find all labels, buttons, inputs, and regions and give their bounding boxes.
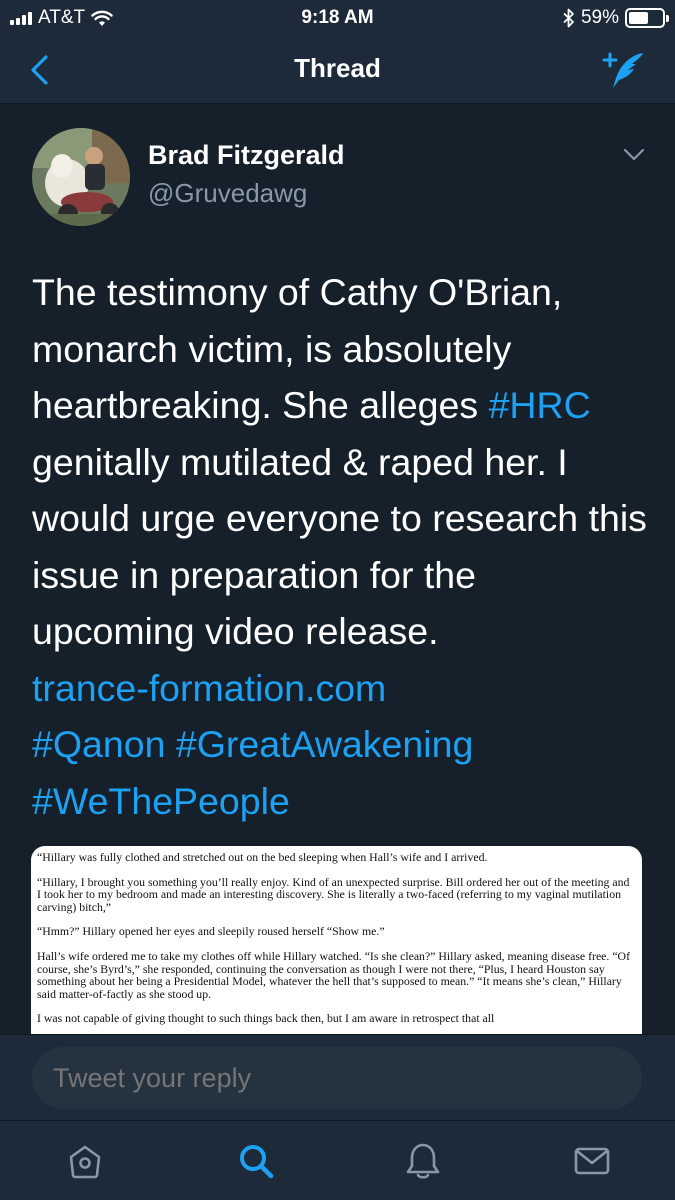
hashtag-link[interactable]: #WeThePeople — [32, 773, 652, 830]
messages-icon[interactable] — [572, 1141, 612, 1181]
reply-bar — [0, 1034, 675, 1120]
attachment-paragraph: “Hillary was fully clothed and stretched… — [37, 850, 488, 864]
tweet-text: The testimony of Cathy O'Brian, monarch … — [32, 264, 652, 829]
tweet: Brad Fitzgerald @Gruvedawg The testimony… — [0, 104, 675, 1034]
avatar[interactable] — [32, 128, 130, 226]
compose-reply-icon[interactable] — [601, 48, 647, 94]
tweet-line-text: heartbreaking. She alleges — [32, 384, 489, 426]
hashtag-link[interactable]: #HRC — [489, 384, 591, 426]
home-icon[interactable] — [65, 1141, 105, 1181]
image-attachment[interactable]: “Hillary was fully clothed and stretched… — [31, 846, 642, 1034]
url-link[interactable]: trance-formation.com — [32, 660, 652, 717]
hashtag-link[interactable]: #GreatAwakening — [176, 723, 473, 765]
chevron-down-icon[interactable] — [623, 148, 645, 162]
battery-percent: 59% — [580, 7, 619, 28]
attachment-paragraph: Hall’s wife ordered me to take my clothe… — [37, 948, 631, 1001]
tweet-line: monarch victim, is absolutely — [32, 327, 512, 370]
notifications-icon[interactable] — [403, 1141, 443, 1181]
tweet-line: upcoming video release. — [32, 610, 439, 652]
tweet-line: issue in preparation for the — [32, 553, 477, 596]
tweet-line: would urge everyone to research this — [32, 497, 647, 539]
attachment-text: “Hillary was fully clothed and stretched… — [31, 846, 642, 1025]
tweet-line: #Qanon #GreatAwakening — [32, 716, 652, 773]
reply-input[interactable] — [32, 1047, 642, 1109]
search-icon[interactable] — [236, 1141, 276, 1181]
tab-bar — [0, 1120, 675, 1200]
page-title: Thread — [294, 53, 381, 83]
avatar-photo — [32, 128, 130, 226]
bluetooth-icon — [563, 8, 574, 28]
tweet-line: genitally mutilated & raped her. I — [32, 440, 568, 483]
tweet-line: The testimony of Cathy O'Brian, — [32, 271, 563, 313]
attachment-paragraph: I was not capable of giving thought to s… — [37, 1011, 495, 1026]
attachment-paragraph: “Hmm?” Hillary opened her eyes and sleep… — [37, 924, 385, 939]
battery-fill — [629, 12, 648, 24]
hashtag-link[interactable]: #Qanon — [32, 723, 165, 765]
author-handle[interactable]: @Gruvedawg — [148, 178, 307, 209]
author-name[interactable]: Brad Fitzgerald — [148, 140, 345, 171]
battery-icon — [625, 8, 669, 28]
status-right: 59% — [563, 7, 669, 29]
nav-bar: Thread — [0, 36, 675, 104]
tweet-line: heartbreaking. She alleges #HRC — [32, 377, 652, 434]
status-bar: AT&T 9:18 AM 59% — [0, 0, 675, 36]
attachment-paragraph: “Hillary, I brought you something you’ll… — [37, 874, 630, 914]
